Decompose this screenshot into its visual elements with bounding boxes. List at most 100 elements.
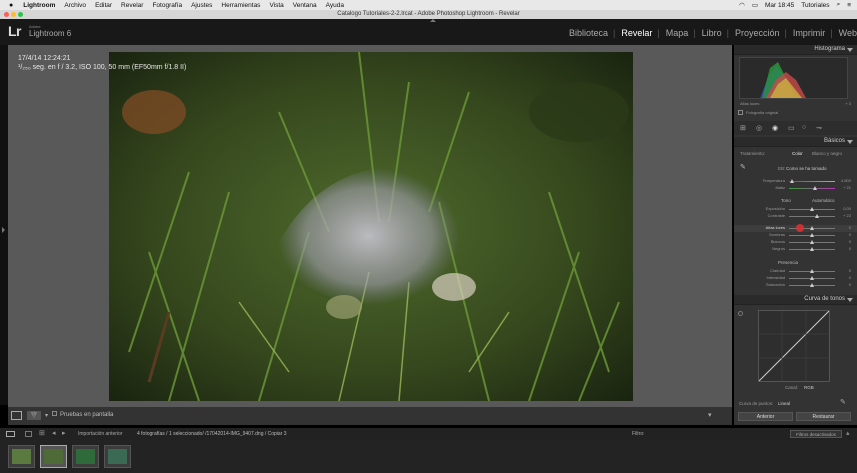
menu-fotografia[interactable]: Fotografía	[152, 2, 182, 9]
collapse-top-icon[interactable]	[430, 19, 436, 22]
zoom-button[interactable]	[18, 12, 23, 17]
spot-removal-icon[interactable]: ◎	[756, 124, 762, 132]
mac-menubar: ● Lightroom Archivo Editar Revelar Fotog…	[0, 0, 857, 10]
saturation-slider[interactable]: Saturación 0	[734, 282, 857, 289]
clock[interactable]: Mar 18:45	[765, 2, 794, 9]
menu-vista[interactable]: Vista	[269, 2, 283, 9]
clarity-slider[interactable]: Claridad 0	[734, 268, 857, 275]
menu-herramientas[interactable]: Herramientas	[221, 2, 260, 9]
exposure-slider[interactable]: Exposición 0,00	[734, 206, 857, 213]
module-biblioteca[interactable]: Biblioteca	[569, 28, 608, 38]
module-web[interactable]: Web	[839, 28, 857, 38]
window-titlebar: Catalogo Tutoriales-2-2.lrcat - Adobe Ph…	[0, 10, 857, 19]
menu-revelar[interactable]: Revelar	[121, 2, 143, 9]
right-panel: Histograma Altas luces + 3 Fotografía or…	[734, 45, 857, 425]
list-icon[interactable]: ≡	[847, 2, 851, 9]
user-name[interactable]: Tutoriales	[801, 2, 829, 9]
identity-plate: Lr Adobe Lightroom 6 Biblioteca | Revelar…	[0, 19, 857, 45]
crop-icon[interactable]: ⊞	[740, 124, 746, 132]
module-revelar[interactable]: Revelar	[621, 28, 652, 38]
proof-dropdown-icon[interactable]: ▾	[45, 412, 48, 419]
proof-label: Pruebas en pantalla	[60, 412, 114, 418]
module-imprimir[interactable]: Imprimir	[793, 28, 826, 38]
filter-label: Filtro:	[632, 431, 645, 437]
channel-select[interactable]: RGB	[804, 385, 814, 390]
grid-view-icon[interactable]	[6, 431, 15, 437]
capture-date: 17/4/14 12:24:21	[18, 55, 71, 62]
auto-button[interactable]: Automático	[812, 198, 835, 203]
grid-icon[interactable]: ⊞	[39, 429, 45, 437]
battery-icon[interactable]: ▭	[752, 1, 758, 9]
histogram-header[interactable]: Histograma	[734, 45, 857, 55]
secondary-window-icon[interactable]	[25, 431, 32, 437]
toolbar-menu-icon[interactable]: ▾	[708, 411, 712, 419]
treatment-color[interactable]: Color	[792, 151, 803, 156]
left-panel-collapsed[interactable]	[0, 45, 8, 405]
temperature-slider[interactable]: Temperatura 4.800	[734, 178, 857, 185]
graduated-filter-icon[interactable]: ▭	[788, 124, 795, 132]
whites-slider[interactable]: Blancos 0	[734, 239, 857, 246]
selection-info[interactable]: 4 fotografías / 1 seleccionado/ /1704201…	[137, 431, 287, 437]
menu-ajustes[interactable]: Ajustes	[191, 2, 212, 9]
module-mapa[interactable]: Mapa	[666, 28, 689, 38]
point-curve-label: Curva de puntos:	[739, 401, 774, 406]
menu-ayuda[interactable]: Ayuda	[326, 2, 344, 9]
proof-checkbox[interactable]	[52, 411, 57, 416]
collapse-icon[interactable]	[847, 298, 853, 302]
collapse-icon[interactable]	[847, 140, 853, 144]
redeye-icon[interactable]: ◉	[772, 124, 778, 132]
contrast-slider[interactable]: Contraste + 22	[734, 213, 857, 220]
target-adjust-icon[interactable]	[738, 311, 743, 316]
shadows-slider[interactable]: Sombras 0	[734, 232, 857, 239]
eyedropper-icon[interactable]: ✎	[740, 163, 746, 171]
tone-curve-header[interactable]: Curva de tonos	[734, 295, 857, 305]
expand-left-icon[interactable]	[2, 227, 5, 233]
photo-info-overlay: 17/4/14 12:24:21 ¹/₂₅₀ seg. en f / 3.2, …	[18, 54, 186, 72]
cursor-highlight-marker	[796, 224, 804, 232]
compare-view-icon[interactable]: ᵞ|ᵞ	[27, 411, 41, 420]
edit-curve-icon[interactable]: ✎	[840, 398, 846, 406]
reset-button[interactable]: Restaurar	[796, 412, 851, 421]
search-icon[interactable]: ⌕	[837, 1, 841, 9]
photo-preview[interactable]	[109, 52, 633, 401]
minimize-button[interactable]	[11, 12, 16, 17]
filter-select[interactable]: Filtros desactivados	[790, 430, 842, 438]
module-libro[interactable]: Libro	[702, 28, 722, 38]
back-icon[interactable]: ◂	[52, 429, 56, 437]
module-proyeccion[interactable]: Proyección	[735, 28, 780, 38]
point-curve-select[interactable]: Lineal	[778, 401, 790, 406]
wb-label: EB:	[778, 166, 786, 171]
thumbnail-3[interactable]	[72, 445, 99, 468]
radial-filter-icon[interactable]: ○	[802, 124, 806, 131]
menu-editar[interactable]: Editar	[95, 2, 112, 9]
source-label[interactable]: Importación anterior	[78, 431, 122, 437]
forward-icon[interactable]: ▸	[62, 429, 66, 437]
close-button[interactable]	[4, 12, 9, 17]
treatment-bw[interactable]: Blanco y negro	[812, 151, 842, 156]
wifi-icon[interactable]: ◠	[739, 1, 745, 9]
previous-button[interactable]: Anterior	[738, 412, 793, 421]
loupe-view-icon[interactable]	[11, 411, 22, 420]
blacks-slider[interactable]: Negros 0	[734, 246, 857, 253]
wb-select[interactable]: Como se ha tomado	[786, 166, 827, 171]
basic-header[interactable]: Básicos	[734, 137, 857, 147]
tone-curve-graph[interactable]	[758, 310, 830, 382]
filter-flags[interactable]: ⚑ ⚑ ⚑ ☆☆☆☆☆ ■■■■■	[650, 431, 750, 446]
menu-archivo[interactable]: Archivo	[64, 2, 86, 9]
histogram[interactable]	[739, 57, 848, 99]
vibrance-slider[interactable]: Intensidad 0	[734, 275, 857, 282]
original-checkbox[interactable]	[738, 110, 743, 115]
thumbnail-2-selected[interactable]	[40, 445, 67, 468]
photo-image	[109, 52, 633, 401]
collapse-icon[interactable]	[847, 48, 853, 52]
thumbnail-4[interactable]	[104, 445, 131, 468]
thumbnail-1[interactable]	[8, 445, 35, 468]
menu-ventana[interactable]: Ventana	[293, 2, 317, 9]
menu-lightroom[interactable]: Lightroom	[23, 2, 55, 9]
window-title: Catalogo Tutoriales-2-2.lrcat - Adobe Ph…	[337, 11, 520, 17]
tool-strip: ⊞ ◎ ◉ ▭ ○ ⊸	[734, 121, 857, 135]
apple-icon[interactable]: ●	[9, 2, 13, 9]
brush-icon[interactable]: ⊸	[816, 124, 822, 132]
filter-lock-icon[interactable]: ▴	[846, 429, 850, 437]
tint-slider[interactable]: Matiz + 21	[734, 185, 857, 192]
